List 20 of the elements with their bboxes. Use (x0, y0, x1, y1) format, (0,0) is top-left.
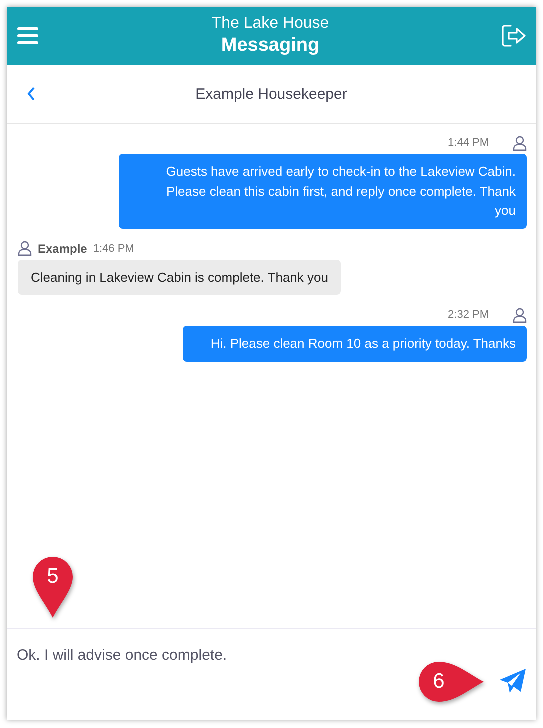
message-time: 1:44 PM (448, 137, 489, 149)
menu-icon[interactable] (17, 27, 39, 45)
conversation-title: Example Housekeeper (196, 86, 348, 102)
person-icon (513, 136, 527, 150)
message-time: 1:46 PM (93, 242, 134, 254)
callout-pin: 5 (32, 556, 74, 620)
sender-name: Example (38, 242, 88, 256)
property-name: The Lake House (212, 14, 330, 34)
back-icon[interactable] (27, 87, 36, 101)
message-time: 2:32 PM (448, 309, 489, 321)
sent-message-bubble: Hi. Please clean Room 10 as a priority today. Thanks (182, 326, 527, 362)
person-icon (513, 308, 527, 322)
message-input[interactable]: Ok. I will advise once complete. (17, 647, 407, 664)
callout-pin: 6 (418, 661, 486, 703)
received-message-bubble: Cleaning in Lakeview Cabin is complete. Thank you (18, 260, 342, 295)
person-icon (18, 241, 32, 256)
send-icon[interactable] (499, 668, 527, 694)
logout-icon[interactable] (502, 25, 526, 47)
page-title: Messaging (221, 34, 320, 58)
sent-message-bubble: Guests have arrived early to check-in to the Lakeview Cabin. Please clean this cabin first, and reply once complete. Thank you (119, 154, 527, 228)
